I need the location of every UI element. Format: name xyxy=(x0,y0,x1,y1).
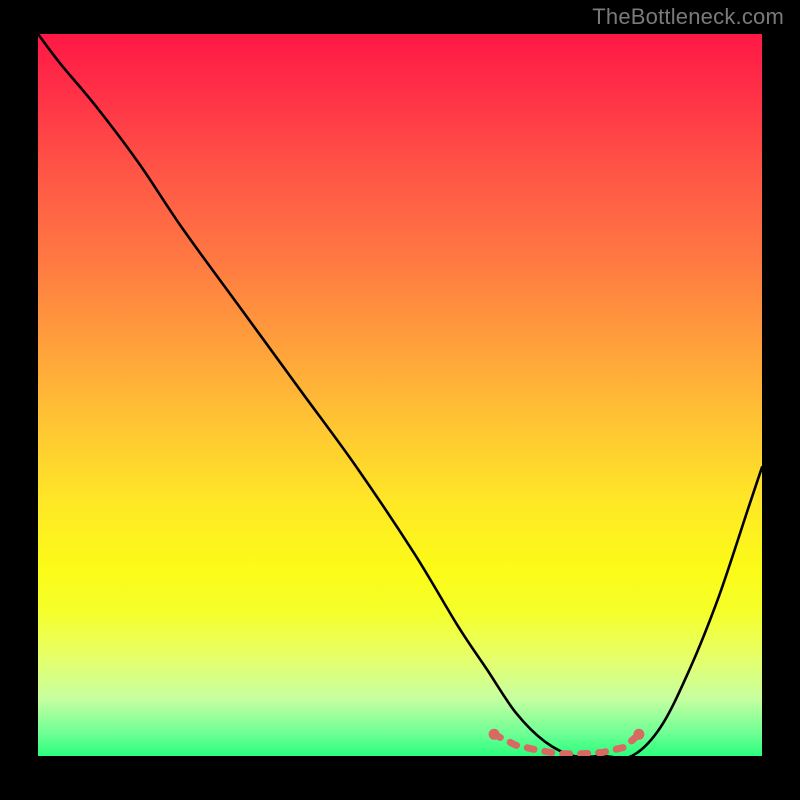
chart-container: TheBottleneck.com xyxy=(0,0,800,800)
watermark-text: TheBottleneck.com xyxy=(592,4,784,30)
plot-background-gradient xyxy=(38,34,762,756)
